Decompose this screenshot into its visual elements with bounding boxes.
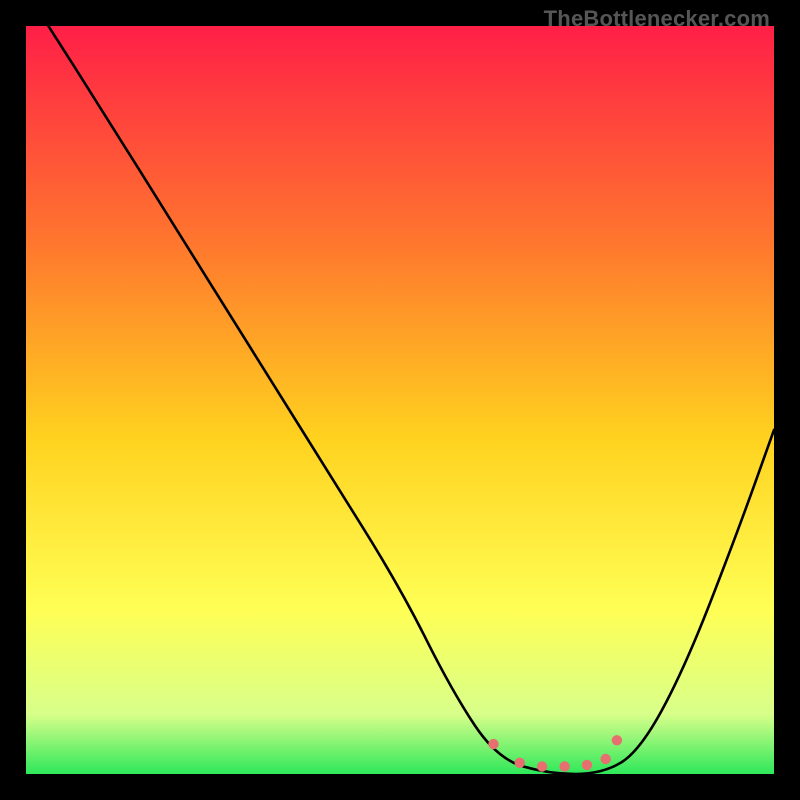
marker-dot	[488, 739, 498, 749]
marker-dot	[559, 761, 569, 771]
marker-dot	[582, 760, 592, 770]
gradient-background	[26, 26, 774, 774]
watermark-text: TheBottleneсker.com	[544, 6, 770, 32]
marker-dot	[601, 754, 611, 764]
chart-frame	[26, 26, 774, 774]
marker-dot	[515, 758, 525, 768]
marker-dot	[537, 761, 547, 771]
bottleneck-chart	[26, 26, 774, 774]
marker-dot	[612, 735, 622, 745]
